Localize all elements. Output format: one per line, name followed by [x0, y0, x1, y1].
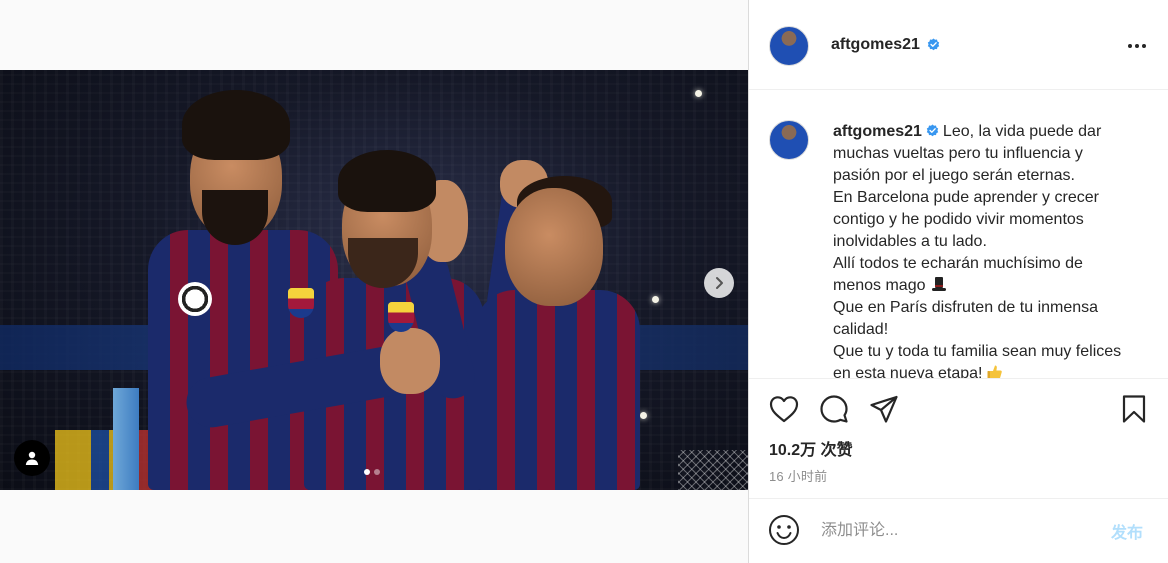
- like-button[interactable]: [769, 394, 799, 424]
- author-avatar[interactable]: [769, 26, 809, 66]
- likes-count[interactable]: 10.2万 次赞: [769, 436, 853, 460]
- caption-line: Que tu y toda tu familia sean muy felice…: [833, 343, 1126, 378]
- emoji-picker-button[interactable]: [767, 513, 801, 547]
- comment-button[interactable]: [819, 394, 849, 424]
- more-options-icon: [1128, 44, 1146, 48]
- club-crest: [288, 288, 314, 318]
- stadium-light: [652, 296, 659, 303]
- send-icon: [870, 395, 898, 423]
- stadium-light: [695, 90, 702, 97]
- club-crest: [388, 302, 414, 332]
- player-hair: [338, 150, 436, 212]
- comment-icon: [820, 395, 848, 423]
- media-panel: [0, 0, 748, 563]
- caption-username[interactable]: aftgomes21: [833, 123, 922, 140]
- post-caption: aftgomes21 Leo, la vida puede dar muchas …: [749, 90, 1168, 378]
- save-button[interactable]: [1119, 394, 1149, 424]
- more-options-button[interactable]: [1125, 34, 1149, 58]
- carousel-next-button[interactable]: [704, 268, 734, 298]
- post-actions: 10.2万 次赞 16 小时前: [749, 378, 1168, 498]
- instagram-post: aftgomes21 aftgomes21 Leo, la vida puede …: [0, 0, 1168, 563]
- chevron-right-icon: [716, 277, 723, 289]
- tagged-users-button[interactable]: [14, 440, 50, 476]
- emoji-smiley-icon: [769, 515, 799, 545]
- verified-badge-icon: [926, 124, 939, 137]
- corner-pole: [113, 388, 139, 490]
- heart-icon: [769, 396, 799, 423]
- post-comment-button[interactable]: 发布: [1111, 519, 1143, 543]
- post-side-panel: aftgomes21 aftgomes21 Leo, la vida puede …: [748, 0, 1168, 563]
- carousel-dot-active: [364, 469, 370, 475]
- top-hat-emoji-icon: [931, 277, 946, 291]
- verified-badge-icon: [927, 38, 940, 51]
- carousel-dot: [374, 469, 380, 475]
- post-photo[interactable]: [0, 70, 748, 490]
- add-comment-form: 发布: [749, 498, 1168, 563]
- player-head: [505, 188, 603, 306]
- post-header: aftgomes21: [749, 0, 1168, 90]
- carousel-indicator: [364, 469, 380, 475]
- caption-line: Que en París disfruten de tu inmensa cal…: [833, 299, 1103, 338]
- player-center: [270, 150, 500, 490]
- goal-net: [678, 450, 748, 490]
- caption-text: aftgomes21 Leo, la vida puede dar muchas …: [833, 121, 1133, 378]
- bookmark-icon: [1122, 395, 1146, 423]
- post-timestamp[interactable]: 16 小时前: [769, 466, 827, 485]
- caption-author-avatar[interactable]: [769, 120, 809, 160]
- thumbs-up-emoji-icon: [987, 365, 1003, 378]
- comment-input[interactable]: [819, 517, 1103, 545]
- caption-line: En Barcelona pude aprender y crecer cont…: [833, 189, 1104, 250]
- share-button[interactable]: [869, 394, 899, 424]
- caption-line: Allí todos te echarán muchísimo de menos…: [833, 255, 1088, 294]
- player-left-hand: [380, 328, 440, 394]
- author-username[interactable]: aftgomes21: [831, 36, 920, 54]
- user-tag-icon: [25, 451, 39, 465]
- champions-league-badge: [178, 282, 212, 316]
